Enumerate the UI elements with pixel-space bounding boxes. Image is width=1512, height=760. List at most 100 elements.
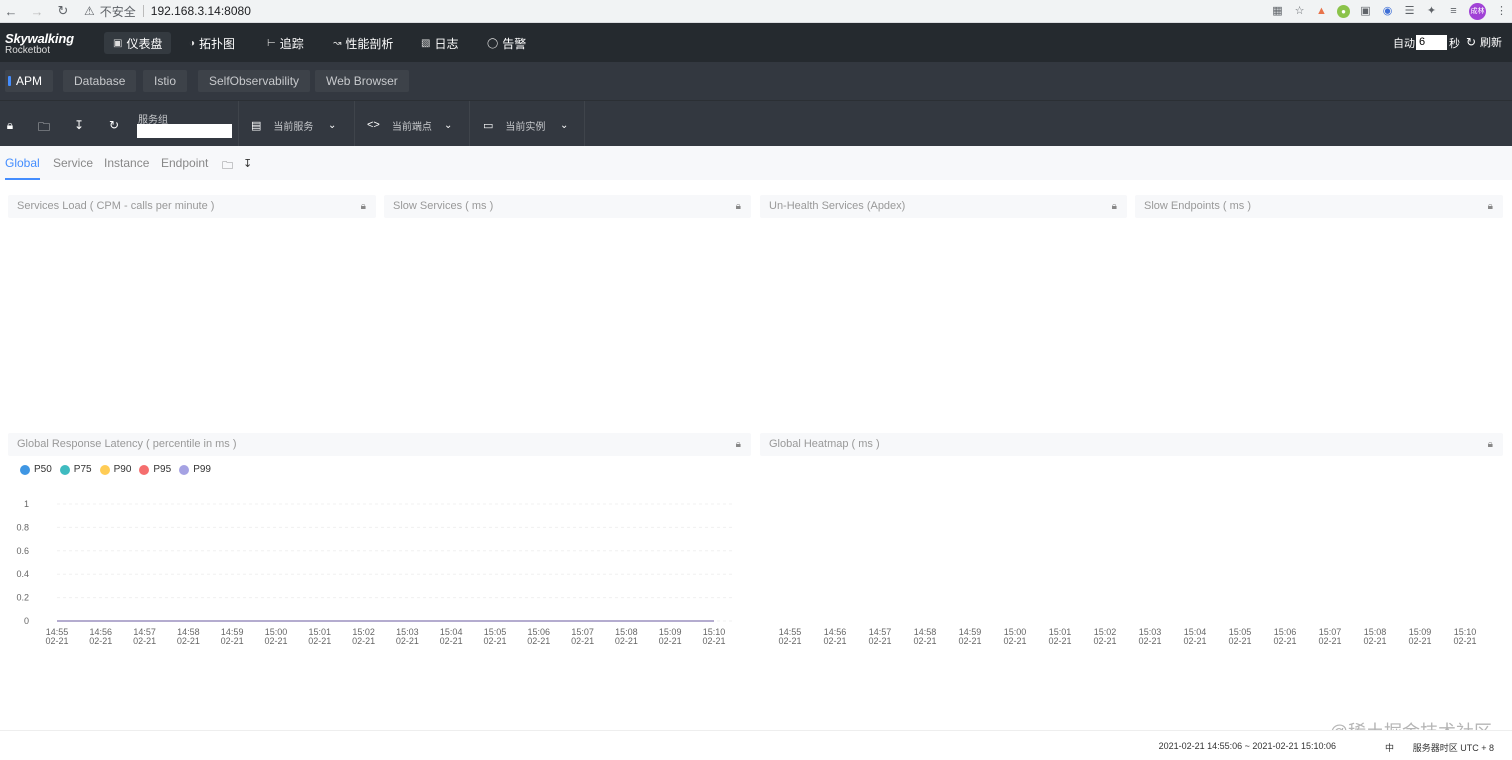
x-tick-label: 02-21 — [1093, 636, 1116, 646]
app-header: Skywalking Rocketbot ▣ 仪表盘 ◑ 拓扑图 ⊢ 追踪 ↝ … — [0, 23, 1512, 62]
layer-tab-database[interactable]: Database — [63, 70, 137, 92]
qr-code-icon[interactable]: ▦ — [1271, 5, 1284, 18]
nav-log-label: 日志 — [434, 36, 459, 51]
latency-line-chart: 00.20.40.60.8114:5502-2114:5602-2114:570… — [16, 499, 734, 646]
legend-item-p95[interactable]: P95 — [139, 464, 171, 475]
y-tick-label: 0.8 — [16, 522, 29, 532]
tab-instance[interactable]: Instance — [104, 156, 149, 180]
browser-toolbar: ← → ↻ ⚠ 不安全 192.168.3.14:8080 ▦ ☆ ▲ ● ▣ … — [0, 0, 1512, 23]
download-icon[interactable]: ↧ — [72, 118, 86, 132]
extension-e-icon[interactable]: ☰ — [1403, 5, 1416, 18]
reload-icon[interactable]: ↻ — [54, 2, 72, 20]
legend-label: P50 — [34, 464, 52, 475]
nav-log[interactable]: ▧ 日志 — [412, 32, 467, 54]
folder-icon[interactable]: 🗀︎ — [222, 157, 233, 176]
panel-title: Global Heatmap ( ms ) — [769, 438, 880, 450]
lock-icon[interactable]: 🔒︎ — [736, 433, 741, 456]
x-tick-label: 02-21 — [1003, 636, 1026, 646]
star-icon[interactable]: ☆ — [1293, 5, 1306, 18]
tab-global[interactable]: Global — [5, 156, 40, 180]
x-tick-label: 02-21 — [659, 636, 682, 646]
refresh-button[interactable]: ↻ 刷新 — [1466, 34, 1502, 50]
nav-dashboard[interactable]: ▣ 仪表盘 — [104, 32, 172, 54]
x-tick-label: 02-21 — [1138, 636, 1161, 646]
more-menu-icon[interactable]: ⋮ — [1495, 5, 1508, 18]
url-text[interactable]: 192.168.3.14:8080 — [151, 4, 251, 18]
address-bar[interactable]: ⚠ 不安全 192.168.3.14:8080 — [84, 3, 251, 20]
toolbar-divider — [584, 101, 585, 147]
back-arrow-icon[interactable]: ← — [2, 2, 20, 20]
current-endpoint-selector[interactable]: <> 当前端点 ⌄ — [367, 117, 462, 133]
x-tick-label: 02-21 — [308, 636, 331, 646]
nav-trace[interactable]: ⊢ 追踪 — [258, 32, 313, 54]
current-service-selector[interactable]: ▤ 当前服务 ⌄ — [251, 117, 346, 133]
current-instance-label: 当前实例 — [505, 121, 546, 133]
legend-item-p90[interactable]: P90 — [99, 464, 132, 475]
puzzle-icon[interactable]: ✦ — [1425, 5, 1438, 18]
nav-alarm[interactable]: ◯ 告警 — [478, 32, 535, 54]
monitor-icon: ▭ — [483, 119, 494, 132]
layer-tab-selfobservability[interactable]: SelfObservability — [198, 70, 311, 92]
forward-arrow-icon[interactable]: → — [28, 2, 46, 20]
legend-item-p50[interactable]: P50 — [20, 464, 52, 475]
extension-b-icon[interactable]: ● — [1337, 4, 1350, 18]
legend-label: P99 — [193, 464, 211, 475]
x-tick-label: 02-21 — [913, 636, 936, 646]
service-group-input[interactable] — [137, 124, 232, 138]
chart-legend: P50 P75 P90 P95 P99 — [20, 464, 211, 475]
legend-label: P90 — [113, 464, 132, 475]
layer-tab-apm[interactable]: APM — [5, 70, 54, 92]
x-tick-label: 02-21 — [823, 636, 846, 646]
tab-service[interactable]: Service — [53, 156, 93, 180]
x-tick-label: 02-21 — [958, 636, 981, 646]
warning-icon: ⚠ — [84, 4, 95, 18]
avatar[interactable]: 成林 — [1469, 2, 1486, 20]
layer-tab-istio[interactable]: Istio — [143, 70, 188, 92]
x-tick-label: 02-21 — [45, 636, 68, 646]
nav-alarm-label: 告警 — [502, 36, 527, 51]
nav-profile[interactable]: ↝ 性能剖析 — [324, 32, 402, 54]
lock-icon[interactable]: 🔒︎ — [361, 195, 366, 218]
lock-icon[interactable]: 🔒︎ — [736, 195, 741, 218]
time-range[interactable]: 2021-02-21 14:55:06 ~ 2021-02-21 15:10:0… — [1159, 741, 1336, 751]
x-tick-label: 02-21 — [1273, 636, 1296, 646]
lock-icon[interactable]: 🔒︎ — [1488, 195, 1493, 218]
panel-title: Global Response Latency ( percentile in … — [17, 438, 237, 450]
layer-tabs: APM Database Istio SelfObservability Web… — [0, 62, 1512, 100]
chevron-down-icon: ⌄ — [328, 119, 337, 131]
legend-dot — [20, 464, 30, 475]
lock-icon[interactable]: 🔒︎ — [3, 118, 17, 132]
x-tick-label: 02-21 — [571, 636, 594, 646]
panel-slow-endpoints: Slow Endpoints ( ms ) 🔒︎ — [1135, 195, 1503, 218]
legend-dot — [99, 464, 110, 475]
x-tick-label: 02-21 — [1048, 636, 1071, 646]
folder-icon[interactable]: 🗀︎ — [37, 118, 51, 134]
nav-topology[interactable]: ◑ 拓扑图 — [180, 32, 244, 54]
chevron-down-icon: ⌄ — [444, 119, 453, 131]
legend-item-p99[interactable]: P99 — [179, 464, 211, 475]
toolbar-divider — [469, 101, 470, 147]
auto-refresh-interval-input[interactable]: 6 — [1416, 35, 1447, 50]
reading-list-icon[interactable]: ≡ — [1447, 5, 1460, 18]
current-instance-selector[interactable]: ▭ 当前实例 ⌄ — [483, 117, 578, 133]
x-tick-label: 02-21 — [177, 636, 200, 646]
extension-d-icon[interactable]: ◉ — [1381, 5, 1394, 18]
security-label: 不安全 — [99, 4, 136, 19]
lock-icon[interactable]: 🔒︎ — [1112, 195, 1117, 218]
tab-endpoint[interactable]: Endpoint — [161, 156, 208, 180]
legend-item-p75[interactable]: P75 — [59, 464, 92, 475]
extension-a-icon[interactable]: ▲ — [1315, 5, 1328, 18]
y-tick-label: 0.2 — [16, 593, 29, 603]
auto-refresh-label: 自动 — [1393, 38, 1415, 50]
panel-global-heatmap: Global Heatmap ( ms ) 🔒︎ — [760, 433, 1503, 456]
extension-c-icon[interactable]: ▣ — [1359, 5, 1372, 18]
timezone-label[interactable]: 服务器时区 UTC + 8 — [1413, 741, 1494, 754]
lock-icon[interactable]: 🔒︎ — [1488, 433, 1493, 456]
download-icon[interactable]: ↧ — [243, 157, 252, 170]
language-switch[interactable]: 中 — [1385, 741, 1394, 754]
x-tick-label: 02-21 — [352, 636, 375, 646]
dashboard-icon: ▣ — [113, 37, 123, 49]
x-tick-label: 02-21 — [615, 636, 638, 646]
layer-tab-web-browser[interactable]: Web Browser — [315, 70, 409, 92]
sync-icon[interactable]: ↻ — [107, 118, 121, 132]
